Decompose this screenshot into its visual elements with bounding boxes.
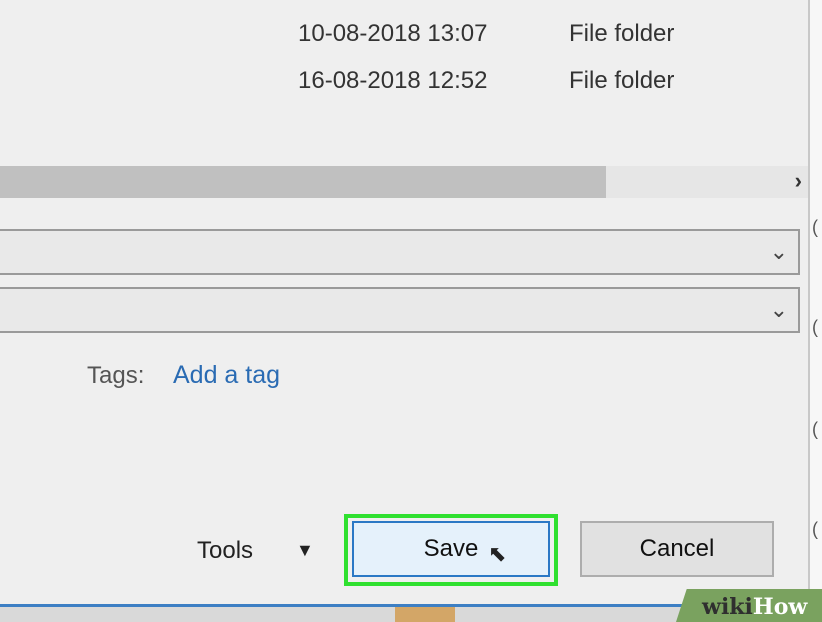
- file-type-cell: File folder: [569, 20, 675, 47]
- watermark-text: wikiHow: [702, 594, 807, 620]
- cancel-button[interactable]: Cancel: [580, 521, 774, 577]
- watermark-wiki: wiki: [702, 594, 753, 620]
- caret-down-icon[interactable]: ▼: [296, 540, 314, 561]
- add-tag-link[interactable]: Add a tag: [173, 361, 280, 390]
- chevron-down-icon[interactable]: ⌄: [770, 297, 788, 323]
- save-as-type-select[interactable]: ⌄: [0, 287, 800, 333]
- save-as-dialog: 10-08-2018 13:07 File folder 16-08-2018 …: [0, 0, 808, 604]
- save-button[interactable]: Save: [352, 521, 550, 577]
- file-date-cell: 10-08-2018 13:07: [298, 20, 488, 47]
- mouse-pointer-icon: ⬉: [488, 541, 507, 566]
- file-name-field[interactable]: ⌄: [0, 229, 800, 275]
- background-window-strip: ( ( ( (: [810, 0, 822, 604]
- chevron-down-icon[interactable]: ⌄: [770, 239, 788, 265]
- background-folder-icon: [395, 607, 455, 622]
- chevron-right-icon[interactable]: ›: [795, 168, 802, 194]
- tags-label: Tags:: [87, 362, 145, 389]
- horizontal-scrollbar[interactable]: ›: [0, 166, 808, 198]
- file-date-cell: 16-08-2018 12:52: [298, 67, 488, 94]
- scrollbar-thumb[interactable]: [0, 166, 606, 198]
- tools-menu-label[interactable]: Tools: [197, 537, 253, 565]
- watermark-how: How: [752, 594, 808, 620]
- file-type-cell: File folder: [569, 67, 675, 94]
